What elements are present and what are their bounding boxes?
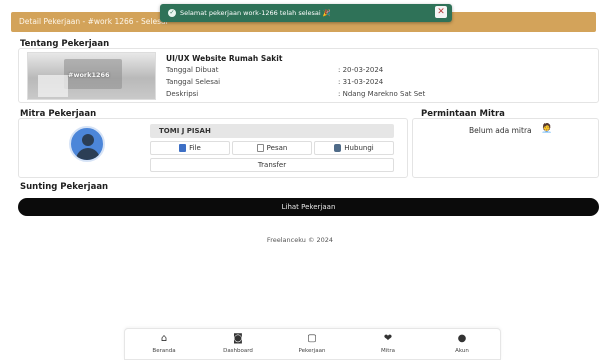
finished-date-value: : 31-03-2024 xyxy=(338,78,384,86)
check-circle-icon: ✓ xyxy=(168,9,176,17)
nav-item-mitra[interactable]: ❤ Mitra xyxy=(353,332,423,360)
transfer-button[interactable]: Transfer xyxy=(150,158,394,172)
lihat-pekerjaan-button[interactable]: Lihat Pekerjaan xyxy=(18,198,599,216)
phone-icon xyxy=(334,144,342,152)
pesan-button[interactable]: Pesan xyxy=(232,141,312,155)
nav-item-pekerjaan[interactable]: ▢ Pekerjaan xyxy=(277,332,347,360)
success-toast: ✓ Selamat pekerjaan work-1266 telah sele… xyxy=(160,4,452,22)
thumbnail-text: #work1266 xyxy=(68,71,110,79)
sunting-section-title: Sunting Pekerjaan xyxy=(20,182,109,192)
job-thumbnail: #work1266 xyxy=(27,52,156,100)
briefcase-icon: ▢ xyxy=(307,333,317,344)
bottom-nav: ⌂ Beranda ◙ Dashboard ▢ Pekerjaan ❤ Mitr… xyxy=(124,328,501,360)
message-icon xyxy=(256,144,264,152)
created-date-value: : 20-03-2024 xyxy=(338,66,384,74)
description-label: Deskripsi xyxy=(166,90,199,98)
nav-item-dashboard[interactable]: ◙ Dashboard xyxy=(203,332,273,360)
job-name: UI/UX Website Rumah Sakit xyxy=(166,54,283,63)
mitra-name: TOMI J PISAH xyxy=(159,127,211,135)
created-date-label: Tanggal Dibuat xyxy=(166,66,219,74)
finished-date-label: Tanggal Selesai xyxy=(166,78,221,86)
dashboard-icon: ◙ xyxy=(233,333,243,344)
hubungi-button[interactable]: Hubungi xyxy=(314,141,394,155)
mitra-name-bar: TOMI J PISAH xyxy=(150,124,394,138)
file-icon xyxy=(179,144,187,152)
account-icon: ● xyxy=(457,333,467,344)
handshake-icon: ❤ xyxy=(383,333,393,344)
toast-close-button[interactable]: ✕ xyxy=(435,6,447,18)
page-title: Detail Pekerjaan - #work 1266 - Selesai xyxy=(19,17,168,26)
footer-copyright: Freelanceku © 2024 xyxy=(266,236,334,244)
person-icon: 🧑‍💼 xyxy=(541,124,553,134)
nav-item-akun[interactable]: ● Akun xyxy=(427,332,497,360)
file-button[interactable]: File xyxy=(150,141,230,155)
description-value: : Ndang Marekno Sat Set xyxy=(338,90,426,98)
avatar xyxy=(69,126,105,162)
home-icon: ⌂ xyxy=(160,333,168,344)
nav-item-beranda[interactable]: ⌂ Beranda xyxy=(129,332,199,360)
toast-message: Selamat pekerjaan work-1266 telah selesa… xyxy=(180,9,331,17)
empty-mitra-text: Belum ada mitra xyxy=(469,126,532,135)
